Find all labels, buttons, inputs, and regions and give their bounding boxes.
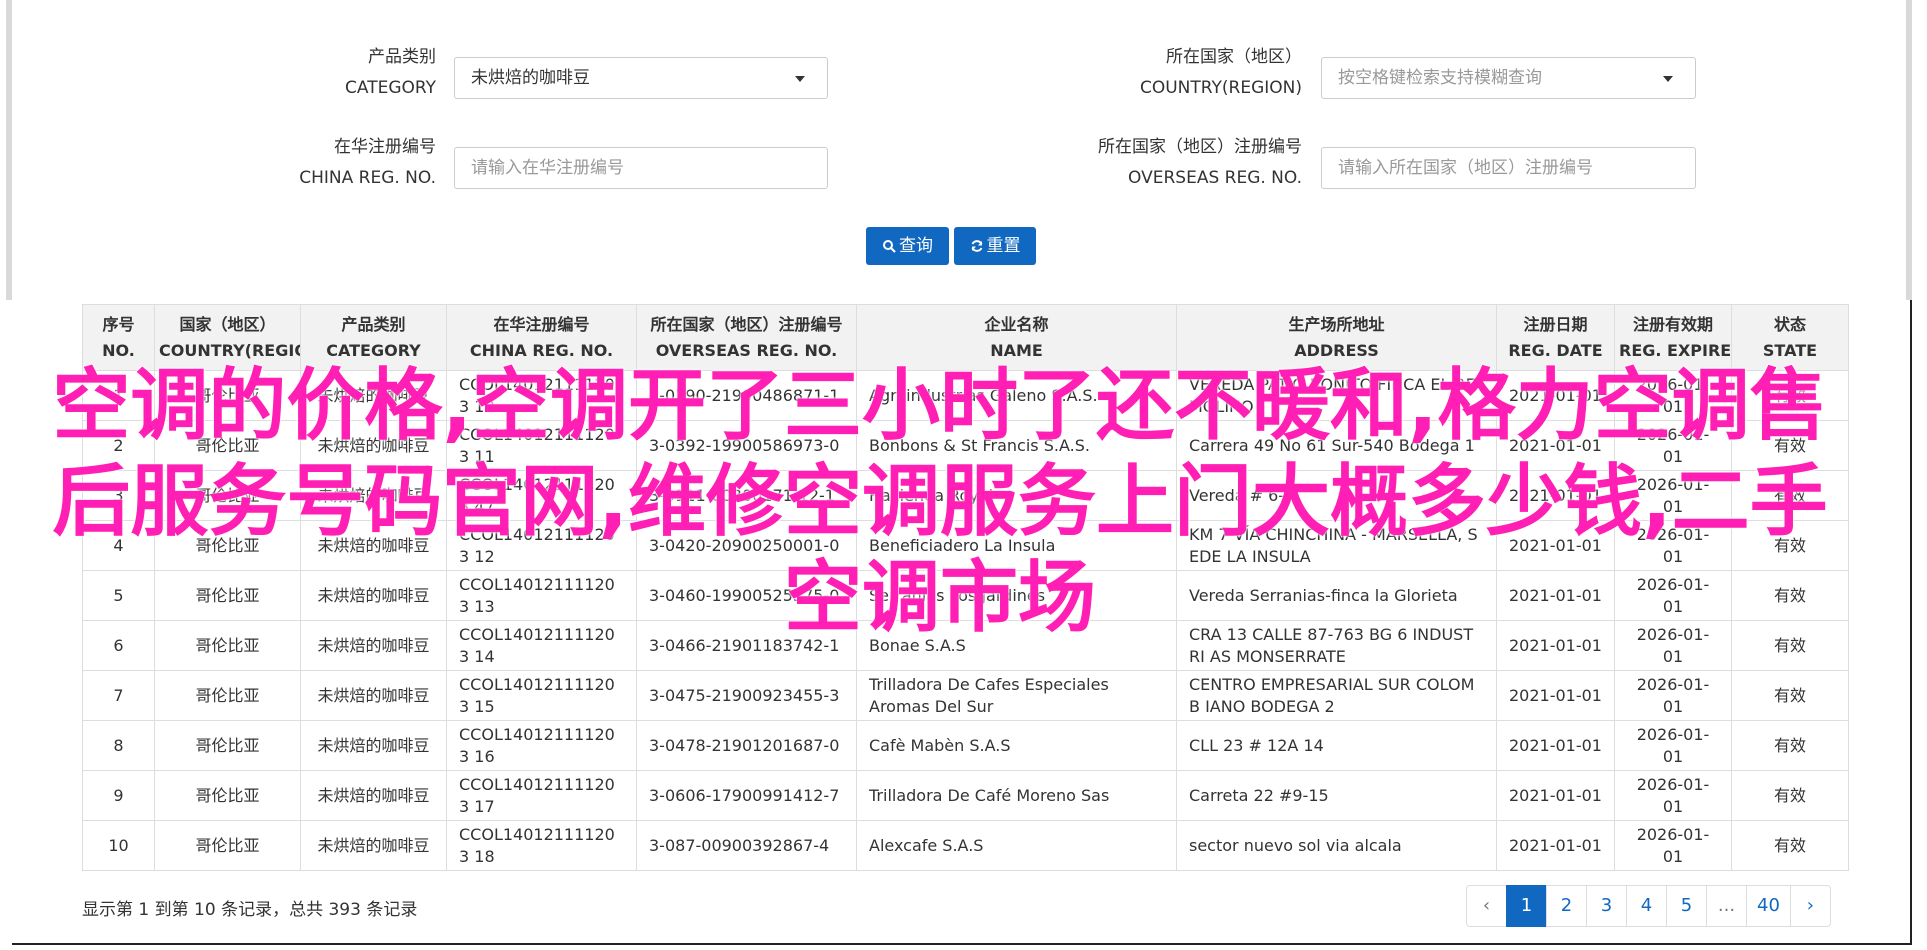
cell-name: Alexcafe S.A.S (856, 820, 1177, 871)
cell-overseas-reg: 3-0478-21901201687-0 (636, 720, 857, 771)
reset-button[interactable]: 重置 (954, 227, 1036, 265)
category-label: 产品类别 CATEGORY (250, 42, 436, 104)
china-reg-label: 在华注册编号 CHINA REG. NO. (250, 132, 436, 194)
cell-name: Cafè Mabèn S.A.S (856, 720, 1177, 771)
page-button-2[interactable]: 2 (1546, 885, 1587, 927)
reset-button-label: 重置 (986, 236, 1021, 256)
pagination-summary: 显示第 1 到第 10 条记录，总共 393 条记录 (82, 900, 418, 920)
cell-expire: 2026-01-01 (1614, 720, 1732, 771)
country-label-cn: 所在国家（地区） (1166, 47, 1302, 67)
table-row[interactable]: 9 哥伦比亚 未烘焙的咖啡豆 CCOL140121111203 17 3-0606-17… (82, 770, 1849, 821)
cell-state: 有效 (1731, 820, 1849, 871)
cell-state: 有效 (1731, 670, 1849, 721)
cell-china-reg: CCOL140121111203 16 (446, 720, 637, 771)
cell-state: 有效 (1731, 770, 1849, 821)
pagination: ‹ 1 2 3 4 5 ... 40 › (1466, 885, 1831, 927)
chevron-down-icon (795, 76, 805, 82)
cell-no: 9 (82, 770, 155, 821)
country-label-en: COUNTRY(REGION) (1139, 78, 1302, 98)
cell-name: Trilladora De Cafes Especiales Aromas De… (856, 670, 1177, 721)
china-reg-input[interactable]: 请输入在华注册编号 (454, 147, 828, 189)
table-row[interactable]: 7 哥伦比亚 未烘焙的咖啡豆 CCOL140121111203 15 3-0475-21… (82, 670, 1849, 721)
refresh-icon (971, 240, 982, 252)
cell-category: 未烘焙的咖啡豆 (300, 770, 447, 821)
cell-expire: 2026-01-01 (1614, 670, 1732, 721)
page-button-4[interactable]: 4 (1626, 885, 1667, 927)
cell-country: 哥伦比亚 (154, 720, 301, 771)
country-label: 所在国家（地区） COUNTRY(REGION) (1050, 42, 1302, 104)
cell-reg-date: 2021-01-01 (1496, 720, 1615, 771)
prev-page-button[interactable]: ‹ (1466, 885, 1507, 927)
table-row[interactable]: 10 哥伦比亚 未烘焙的咖啡豆 CCOL140121111203 18 3-087-00… (82, 820, 1849, 871)
cell-expire: 2026-01-01 (1614, 820, 1732, 871)
overseas-reg-label-cn: 所在国家（地区）注册编号 (1098, 137, 1302, 157)
cell-reg-date: 2021-01-01 (1496, 670, 1615, 721)
china-reg-label-en: CHINA REG. NO. (299, 168, 436, 188)
cell-overseas-reg: 3-0606-17900991412-7 (636, 770, 857, 821)
right-scroll-track (1906, 0, 1912, 300)
cell-address: sector nuevo sol via alcala (1176, 820, 1497, 871)
cell-reg-date: 2021-01-01 (1496, 820, 1615, 871)
category-value: 未烘焙的咖啡豆 (471, 68, 590, 88)
cell-no: 10 (82, 820, 155, 871)
page-button-1[interactable]: 1 (1506, 885, 1547, 927)
china-reg-label-cn: 在华注册编号 (334, 137, 436, 157)
next-page-button[interactable]: › (1789, 885, 1831, 927)
overlay-watermark-text: 空调的价格,空调开了三小时了还不暖和,格力空调售后服务号码官网,维修空调服务上门… (52, 361, 1828, 643)
country-select[interactable]: 按空格键检索支持模糊查询 (1321, 57, 1696, 99)
cell-china-reg: CCOL140121111203 15 (446, 670, 637, 721)
cell-category: 未烘焙的咖啡豆 (300, 670, 447, 721)
cell-address: CENTRO EMPRESARIAL SUR COLOMB IANO BODEG… (1176, 670, 1497, 721)
china-reg-placeholder: 请输入在华注册编号 (471, 158, 624, 178)
category-label-cn: 产品类别 (368, 47, 436, 67)
chevron-down-icon (1663, 76, 1673, 82)
category-select[interactable]: 未烘焙的咖啡豆 (454, 57, 828, 99)
cell-reg-date: 2021-01-01 (1496, 770, 1615, 821)
cell-expire: 2026-01-01 (1614, 770, 1732, 821)
cell-category: 未烘焙的咖啡豆 (300, 820, 447, 871)
page-ellipsis: ... (1706, 885, 1747, 927)
page-button-5[interactable]: 5 (1666, 885, 1707, 927)
cell-country: 哥伦比亚 (154, 670, 301, 721)
cell-overseas-reg: 3-087-00900392867-4 (636, 820, 857, 871)
cell-china-reg: CCOL140121111203 17 (446, 770, 637, 821)
search-icon (883, 240, 896, 253)
overseas-reg-input[interactable]: 请输入所在国家（地区）注册编号 (1321, 147, 1696, 189)
page-button-40[interactable]: 40 (1746, 885, 1791, 927)
cell-address: Carreta 22 #9-15 (1176, 770, 1497, 821)
cell-china-reg: CCOL140121111203 18 (446, 820, 637, 871)
cell-no: 8 (82, 720, 155, 771)
cell-overseas-reg: 3-0475-21900923455-3 (636, 670, 857, 721)
country-placeholder: 按空格键检索支持模糊查询 (1338, 68, 1542, 88)
cell-state: 有效 (1731, 720, 1849, 771)
cell-country: 哥伦比亚 (154, 820, 301, 871)
table-row[interactable]: 8 哥伦比亚 未烘焙的咖啡豆 CCOL140121111203 16 3-0478-21… (82, 720, 1849, 771)
cell-name: Trilladora De Café Moreno Sas (856, 770, 1177, 821)
search-button[interactable]: 查询 (866, 227, 949, 265)
overseas-reg-placeholder: 请输入所在国家（地区）注册编号 (1338, 158, 1593, 178)
cell-no: 7 (82, 670, 155, 721)
cell-category: 未烘焙的咖啡豆 (300, 720, 447, 771)
cell-country: 哥伦比亚 (154, 770, 301, 821)
overseas-reg-label: 所在国家（地区）注册编号 OVERSEAS REG. NO. (1050, 132, 1302, 194)
page-button-3[interactable]: 3 (1586, 885, 1627, 927)
overseas-reg-label-en: OVERSEAS REG. NO. (1128, 168, 1302, 188)
category-label-en: CATEGORY (345, 78, 436, 98)
cell-address: CLL 23 # 12A 14 (1176, 720, 1497, 771)
search-button-label: 查询 (899, 236, 933, 256)
